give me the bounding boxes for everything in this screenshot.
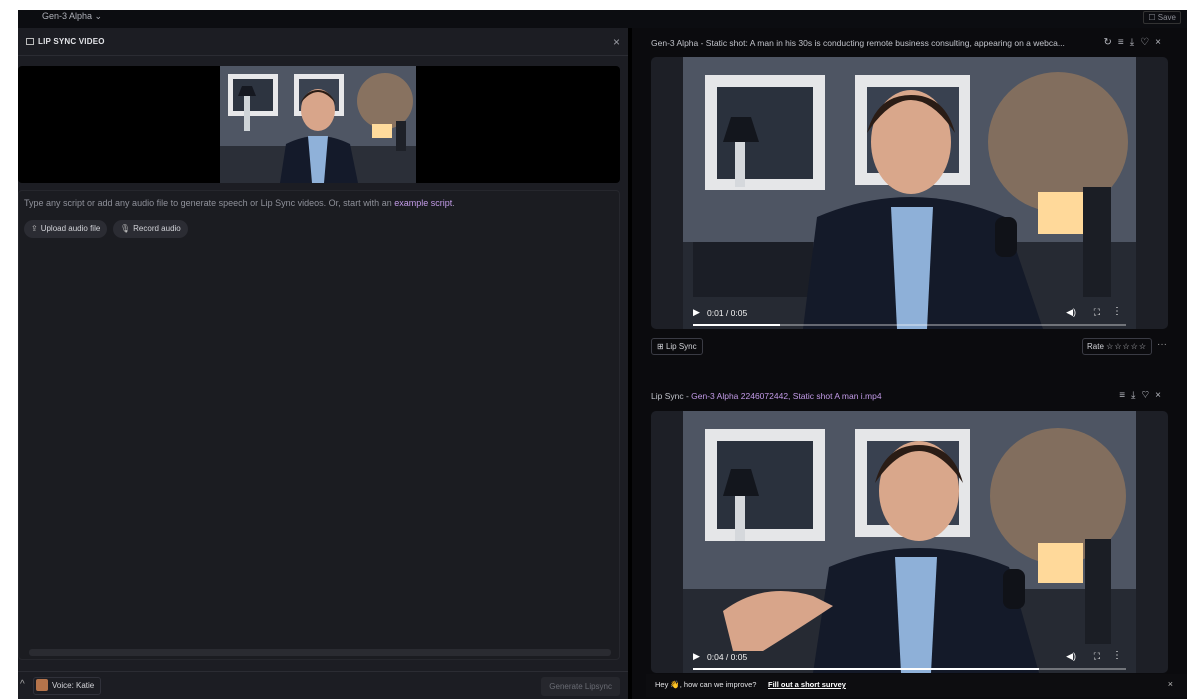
- voice-selector[interactable]: Voice: Katie: [33, 677, 102, 695]
- voice-label: Voice: Katie: [52, 681, 95, 690]
- voice-avatar: [36, 679, 48, 691]
- menu-icon[interactable]: ≡: [1118, 37, 1130, 48]
- upload-audio-label: Upload audio file: [40, 224, 101, 233]
- video1-frame: [683, 57, 1136, 329]
- panel-header: LIP SYNC VIDEO ×: [18, 28, 628, 56]
- lip-sync-panel: LIP SYNC VIDEO × Type any script or add …: [18, 28, 628, 699]
- close-icon[interactable]: ×: [1155, 37, 1167, 48]
- panel-footer: ^ Voice: Katie Generate Lipsync: [18, 671, 628, 699]
- video2-player[interactable]: ▶ 0:04 / 0:05 ◀) ⛶ ⋮: [651, 411, 1168, 673]
- video1-seekbar[interactable]: [693, 324, 1126, 326]
- volume-icon[interactable]: ◀): [1066, 307, 1076, 318]
- upload-audio-button[interactable]: ⇪ Upload audio file: [24, 220, 108, 238]
- video2-title-file: Gen-3 Alpha 2246072442, Static shot A ma…: [691, 391, 882, 401]
- lip-sync-icon: [26, 38, 34, 45]
- fullscreen-icon[interactable]: ⛶: [1094, 651, 1100, 662]
- results-panel: Gen-3 Alpha - Static shot: A man in his …: [632, 28, 1187, 699]
- rate-label: Rate: [1087, 342, 1104, 351]
- video2-progress: [693, 668, 1040, 670]
- close-icon[interactable]: ×: [613, 35, 620, 49]
- survey-link[interactable]: Fill out a short survey: [768, 680, 846, 689]
- top-bar: Gen-3 Alpha ⌄ ☐ Save: [10, 10, 1187, 28]
- preview-thumbnail: [220, 66, 416, 183]
- video2-title: Lip Sync - Gen-3 Alpha 2246072442, Stati…: [651, 391, 1071, 401]
- record-audio-label: Record audio: [133, 224, 181, 233]
- record-audio-button[interactable]: 🎙 Record audio: [113, 220, 188, 238]
- more-options-icon[interactable]: ⋮: [1112, 306, 1122, 317]
- download-icon[interactable]: ⤓: [1131, 390, 1141, 401]
- example-script-link[interactable]: example script: [394, 198, 452, 208]
- heart-icon[interactable]: ♡: [1140, 37, 1155, 48]
- video1-player[interactable]: ▶ 0:01 / 0:05 ◀) ⛶ ⋮: [651, 57, 1168, 329]
- heart-icon[interactable]: ♡: [1141, 390, 1155, 401]
- close-icon[interactable]: ×: [1168, 679, 1173, 689]
- more-options-icon[interactable]: ⋮: [1112, 650, 1122, 661]
- close-icon[interactable]: ×: [1155, 390, 1167, 401]
- video2-actions: ≡⤓♡×: [1119, 390, 1167, 401]
- more-icon[interactable]: ···: [1157, 339, 1167, 350]
- model-selector[interactable]: Gen-3 Alpha ⌄: [42, 11, 102, 22]
- volume-icon[interactable]: ◀): [1066, 651, 1076, 662]
- panel-title: LIP SYNC VIDEO: [38, 37, 105, 46]
- video2-time: 0:04 / 0:05: [707, 652, 748, 662]
- upload-icon: ⇪: [31, 224, 38, 233]
- generate-lipsync-button[interactable]: Generate Lipsync: [541, 677, 620, 696]
- left-frame: [0, 10, 18, 699]
- video2-seekbar[interactable]: [693, 668, 1126, 670]
- horizontal-scrollbar[interactable]: [29, 649, 611, 656]
- lip-sync-button[interactable]: ⊞ Lip Sync: [651, 338, 703, 355]
- script-hint-end: .: [452, 198, 455, 208]
- lip-sync-label: Lip Sync: [665, 342, 697, 351]
- video1-title: Gen-3 Alpha - Static shot: A man in his …: [651, 38, 1065, 48]
- video1-time: 0:01 / 0:05: [707, 308, 748, 318]
- lip-sync-icon: ⊞: [657, 342, 666, 351]
- video1-controls: ▶ 0:01 / 0:05 ◀) ⛶ ⋮: [683, 301, 1136, 329]
- menu-icon[interactable]: ≡: [1119, 390, 1131, 401]
- rate-widget[interactable]: Rate ☆☆☆☆☆: [1082, 338, 1152, 355]
- top-white-strip: [0, 0, 1187, 10]
- play-icon[interactable]: ▶: [693, 651, 700, 662]
- regenerate-icon[interactable]: ↻: [1104, 37, 1118, 48]
- download-icon[interactable]: ⤓: [1130, 37, 1140, 48]
- script-input-area[interactable]: Type any script or add any audio file to…: [18, 190, 620, 660]
- microphone-icon: 🎙: [120, 224, 131, 233]
- play-icon[interactable]: ▶: [693, 307, 700, 318]
- star-rating[interactable]: ☆☆☆☆☆: [1106, 342, 1147, 351]
- video2-title-prefix: Lip Sync -: [651, 391, 692, 401]
- fullscreen-icon[interactable]: ⛶: [1094, 307, 1100, 318]
- video1-actions: ↻≡⤓♡×: [1104, 37, 1167, 48]
- video-preview: [18, 66, 620, 183]
- script-hint-text: Type any script or add any audio file to…: [24, 198, 395, 208]
- video1-progress: [693, 324, 780, 326]
- feedback-banner: Hey 👋, how can we improve? Fill out a sh…: [646, 674, 1187, 697]
- video2-controls: ▶ 0:04 / 0:05 ◀) ⛶ ⋮: [683, 645, 1136, 673]
- video2-frame: [683, 411, 1136, 673]
- feedback-message: Hey 👋, how can we improve?: [655, 680, 757, 689]
- chevron-up-icon[interactable]: ^: [20, 679, 25, 690]
- save-button[interactable]: ☐ Save: [1143, 11, 1181, 24]
